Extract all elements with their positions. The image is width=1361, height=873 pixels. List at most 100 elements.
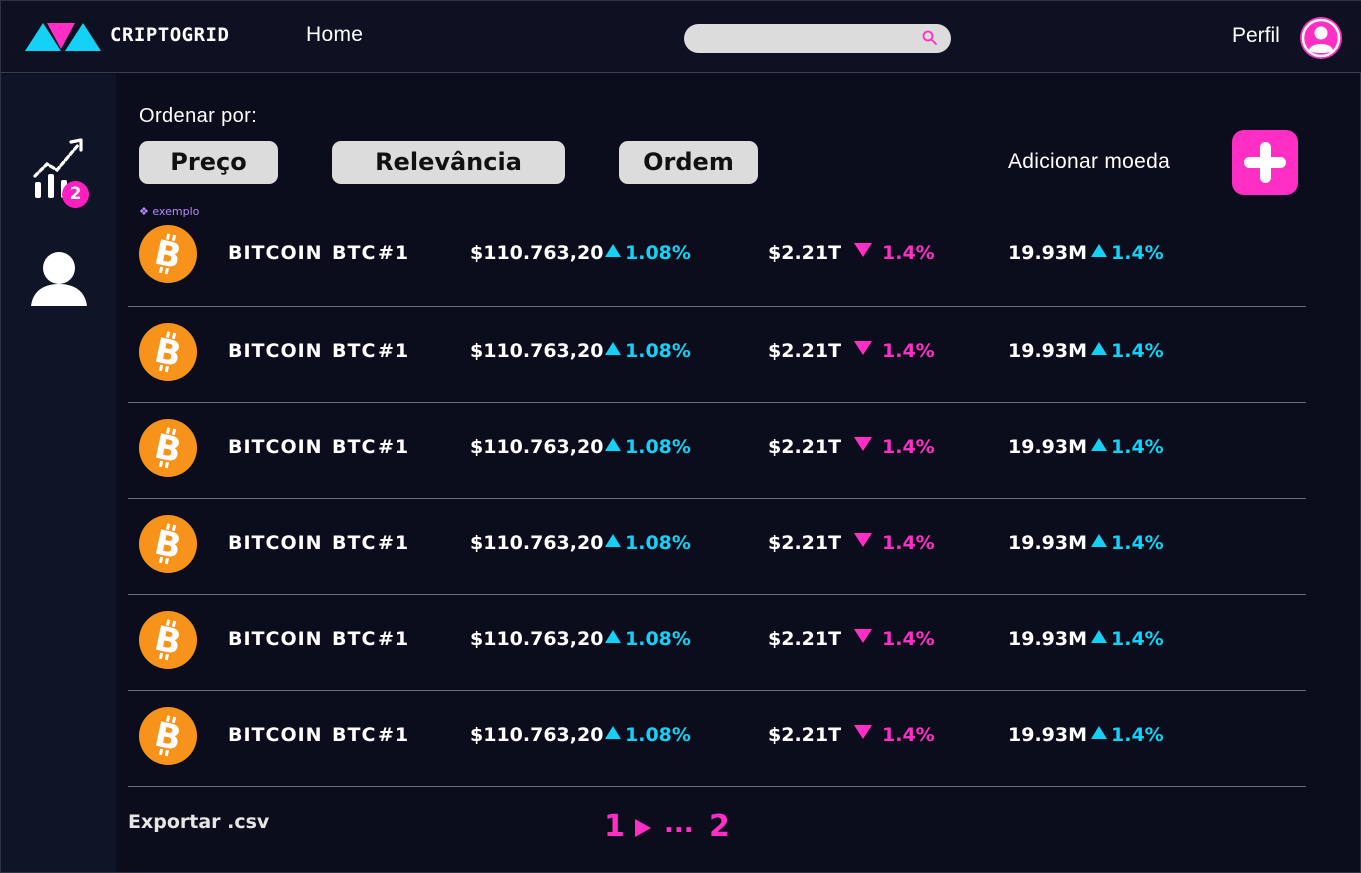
volume-change: 1.4% [1091,532,1164,554]
price-change-value: 1.08% [625,628,691,650]
coin-rank: #1 [378,724,410,746]
price-change: 1.08% [605,532,691,554]
volume-change-value: 1.4% [1111,242,1164,264]
coin-row[interactable]: B BITCOIN BTC #1 $110.763,20 1.08% $2.21T 1.4% 1… [128,403,1306,499]
up-arrow-icon [1091,726,1107,739]
coin-rank: #1 [378,436,410,458]
volume: 19.93M [1008,436,1088,458]
sort-label: Ordenar por: [139,105,258,127]
down-arrow-icon [854,341,872,355]
up-arrow-icon [1091,342,1107,355]
coin-name: BITCOIN [228,628,323,650]
coin-rank: #1 [378,340,410,362]
page-ellipsis: ... [664,809,694,839]
market-cap-change-value: 1.4% [882,436,935,458]
market-cap-change-value: 1.4% [882,724,935,746]
profile-avatar[interactable] [1300,17,1342,59]
user-avatar-icon [1301,18,1341,58]
coin-price: $110.763,20 [470,532,604,554]
next-page-arrow-icon[interactable] [635,819,651,837]
market-cap-change-value: 1.4% [882,340,935,362]
volume: 19.93M [1008,532,1088,554]
coin-rank: #1 [378,628,410,650]
add-coin-button[interactable] [1232,130,1298,195]
coin-name: BITCOIN [228,532,323,554]
up-arrow-icon [1091,244,1107,257]
up-arrow-icon [605,534,621,547]
market-cap-change: 1.4% [854,628,935,650]
brand-name[interactable]: CRIPTOGRID [110,24,229,46]
coin-symbol: BTC [332,628,377,650]
sidebar: 2 [1,74,116,872]
market-cap: $2.21T [768,340,842,362]
coin-symbol: BTC [332,242,377,264]
down-arrow-icon [854,437,872,451]
volume-change-value: 1.4% [1111,724,1164,746]
market-cap-change-value: 1.4% [882,628,935,650]
volume: 19.93M [1008,242,1088,264]
volume: 19.93M [1008,724,1088,746]
logo-icon[interactable] [25,21,101,53]
sort-order-button[interactable]: Ordem [619,141,758,184]
page-2-link[interactable]: 2 [709,809,730,844]
user-icon[interactable] [31,250,87,308]
coin-row[interactable]: B BITCOIN BTC #1 $110.763,20 1.08% $2.21T 1.4% 1… [128,499,1306,595]
coin-name: BITCOIN [228,242,323,264]
app-frame: CRIPTOGRID Home Perfil 2 Ordenar por: Pr… [0,0,1361,873]
profile-link[interactable]: Perfil [1232,24,1280,48]
up-arrow-icon [605,726,621,739]
coin-price: $110.763,20 [470,436,604,458]
nav-home-link[interactable]: Home [306,23,363,47]
search-input[interactable] [684,24,951,53]
bitcoin-icon: B [139,707,197,765]
up-arrow-icon [1091,438,1107,451]
price-change: 1.08% [605,436,691,458]
top-bar: CRIPTOGRID Home Perfil [1,1,1361,73]
coin-price: $110.763,20 [470,242,604,264]
sort-relevance-button[interactable]: Relevância [332,141,565,184]
coin-row[interactable]: B BITCOIN BTC #1 $110.763,20 1.08% $2.21T 1.4% 1… [128,211,1306,307]
sort-price-button[interactable]: Preço [139,141,278,184]
price-change: 1.08% [605,628,691,650]
notification-badge: 2 [62,181,89,208]
badge-count: 2 [69,184,82,204]
down-arrow-icon [854,725,872,739]
up-arrow-icon [1091,630,1107,643]
bitcoin-icon: B [139,225,197,283]
up-arrow-icon [605,630,621,643]
volume-change-value: 1.4% [1111,436,1164,458]
volume: 19.93M [1008,628,1088,650]
coin-row[interactable]: B BITCOIN BTC #1 $110.763,20 1.08% $2.21T 1.4% 1… [128,595,1306,691]
coin-price: $110.763,20 [470,340,604,362]
coin-rank: #1 [378,242,410,264]
bitcoin-icon: B [139,611,197,669]
volume-change-value: 1.4% [1111,628,1164,650]
search-icon[interactable] [921,29,939,47]
add-coin-label: Adicionar moeda [1008,150,1171,173]
market-cap-change-value: 1.4% [882,532,935,554]
market-cap-change: 1.4% [854,724,935,746]
coin-row[interactable]: B BITCOIN BTC #1 $110.763,20 1.08% $2.21T 1.4% 1… [128,691,1306,787]
coin-symbol: BTC [332,436,377,458]
price-change-value: 1.08% [625,724,691,746]
volume-change: 1.4% [1091,340,1164,362]
page-1-link[interactable]: 1 [604,809,625,844]
up-arrow-icon [605,342,621,355]
down-arrow-icon [854,533,872,547]
coin-symbol: BTC [332,532,377,554]
price-change: 1.08% [605,724,691,746]
volume-change: 1.4% [1091,628,1164,650]
export-csv-button[interactable]: Exportar .csv [128,811,269,833]
bitcoin-icon: B [139,419,197,477]
coin-row[interactable]: B BITCOIN BTC #1 $110.763,20 1.08% $2.21T 1.4% 1… [128,307,1306,403]
volume-change-value: 1.4% [1111,340,1164,362]
price-change-value: 1.08% [625,436,691,458]
market-cap-change: 1.4% [854,436,935,458]
market-cap: $2.21T [768,436,842,458]
up-arrow-icon [1091,534,1107,547]
row-divider [128,786,1306,787]
market-cap-change: 1.4% [854,340,935,362]
market-cap-change: 1.4% [854,532,935,554]
volume-change: 1.4% [1091,436,1164,458]
up-arrow-icon [605,244,621,257]
